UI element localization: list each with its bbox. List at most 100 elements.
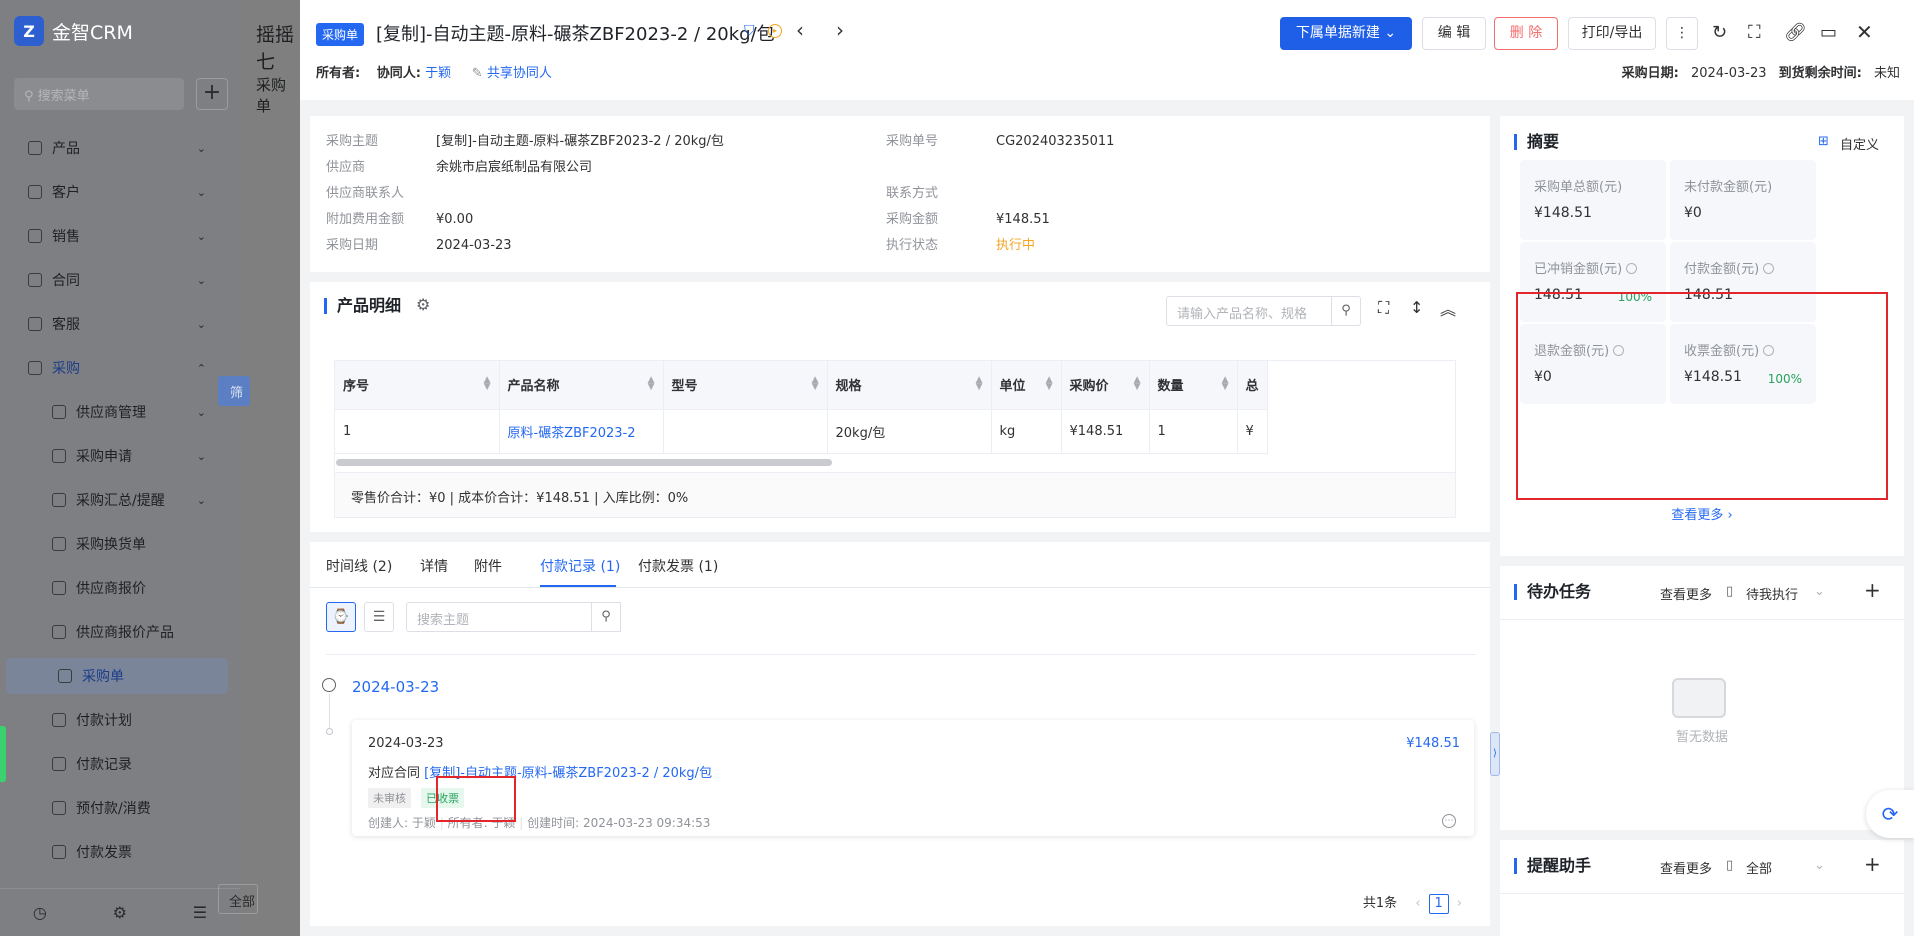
stat-2[interactable]: 未付款金额(元) ¥0 bbox=[1670, 160, 1816, 240]
sidebar-item-4[interactable]: 合同 ⌄ bbox=[0, 262, 228, 298]
column-header-6[interactable]: 采购价 ▲ ▼ bbox=[1061, 361, 1150, 410]
sidebar-item-16[interactable]: 预付款/消费 bbox=[0, 790, 228, 826]
sort-icon[interactable]: ▲ ▼ bbox=[648, 376, 655, 392]
sort-icon[interactable]: ▲ ▼ bbox=[1222, 376, 1229, 392]
record-search-input[interactable]: 搜索主题 bbox=[406, 602, 592, 632]
collab-value[interactable]: 于颖 bbox=[425, 66, 451, 81]
add-menu-button[interactable]: + bbox=[196, 78, 228, 110]
customize-link[interactable]: 自定义 bbox=[1840, 134, 1879, 153]
product-search-button[interactable]: ⚲ bbox=[1331, 296, 1361, 326]
background-filter-button[interactable]: 筛 bbox=[218, 376, 250, 406]
table-horizontal-scrollbar[interactable] bbox=[336, 459, 832, 466]
tab-payment-records[interactable]: 付款记录 (1) bbox=[540, 556, 620, 576]
settings-icon[interactable]: ⚙ bbox=[113, 903, 127, 922]
collapse-section-icon[interactable]: ︽ bbox=[1440, 296, 1456, 320]
record-search-button[interactable]: ⚲ bbox=[591, 602, 621, 632]
current-page[interactable]: 1 bbox=[1428, 894, 1449, 914]
history-icon[interactable]: ◷ bbox=[33, 903, 47, 922]
comment-icon[interactable]: ⋯ bbox=[1442, 814, 1456, 828]
tasks-more-link[interactable]: 查看更多 bbox=[1660, 584, 1712, 603]
sidebar-item-8[interactable]: 采购申请 ⌄ bbox=[0, 438, 228, 474]
next-record-icon[interactable]: › bbox=[836, 18, 844, 42]
sidebar-item-14[interactable]: 付款计划 bbox=[0, 702, 228, 738]
resize-vertical-icon[interactable]: ↕ bbox=[1410, 298, 1423, 317]
side-collapse-handle[interactable]: ⟩ bbox=[1490, 732, 1500, 776]
tab-payment-invoices[interactable]: 付款发票 (1) bbox=[638, 556, 718, 576]
timeline-view-button[interactable]: ⌚ bbox=[326, 602, 356, 632]
reminder-book-icon[interactable]: ▯ bbox=[1726, 858, 1733, 873]
grid-icon[interactable]: ⊞ bbox=[1818, 134, 1829, 149]
sort-icon[interactable]: ▲ ▼ bbox=[484, 376, 491, 392]
sidebar-item-11[interactable]: 供应商报价 bbox=[0, 570, 228, 606]
refresh-icon[interactable]: ↻ bbox=[1712, 22, 1727, 43]
product-search-input[interactable]: 请输入产品名称、规格 bbox=[1166, 296, 1332, 326]
column-header-7[interactable]: 数量 ▲ ▼ bbox=[1149, 361, 1238, 410]
info-label: 采购日期 bbox=[326, 238, 379, 253]
list-view-button[interactable]: ☰ bbox=[364, 602, 394, 632]
column-header-5[interactable]: 单位 ▲ ▼ bbox=[991, 361, 1062, 410]
prev-record-icon[interactable]: ‹ bbox=[796, 18, 804, 42]
add-task-icon[interactable]: + bbox=[1864, 578, 1881, 602]
follow-icon[interactable]: ▸ bbox=[768, 24, 782, 38]
sort-icon[interactable]: ▲ ▼ bbox=[1134, 376, 1141, 392]
next-page-icon[interactable]: › bbox=[1457, 896, 1462, 911]
book-icon[interactable]: ▯ bbox=[1726, 584, 1733, 599]
delete-button[interactable]: 删 除 bbox=[1494, 17, 1558, 50]
sidebar-item-3[interactable]: 销售 ⌄ bbox=[0, 218, 228, 254]
column-header-8[interactable]: 总 bbox=[1237, 361, 1268, 410]
more-actions-button[interactable]: ⋮ bbox=[1666, 17, 1698, 50]
edit-button[interactable]: 编 辑 bbox=[1422, 17, 1486, 50]
collapse-menu-icon[interactable]: ☰ bbox=[193, 903, 207, 922]
expand-icon[interactable]: ⛶ bbox=[1378, 298, 1389, 318]
sidebar-item-5[interactable]: 客服 ⌄ bbox=[0, 306, 228, 342]
column-header-1[interactable]: 序号 ▲ ▼ bbox=[335, 361, 500, 410]
fullscreen-icon[interactable]: ⛶ bbox=[1748, 22, 1761, 43]
payment-record-item[interactable]: 2024-03-23 ¥148.51 对应合同 [复制]-自动主题-原料-碾茶Z… bbox=[352, 720, 1474, 836]
sidebar-item-12[interactable]: 供应商报价产品 bbox=[0, 614, 228, 650]
stat-1[interactable]: 采购单总额(元) ¥148.51 bbox=[1520, 160, 1666, 240]
tab-timeline[interactable]: 时间线 (2) bbox=[326, 556, 392, 576]
sort-icon[interactable]: ▲ ▼ bbox=[1046, 376, 1053, 392]
subordinate-new-button[interactable]: 下属单据新建 ⌄ bbox=[1280, 17, 1412, 50]
close-icon[interactable]: ✕ bbox=[1856, 20, 1873, 44]
reminder-filter-select[interactable]: 全部 bbox=[1746, 858, 1772, 877]
sort-icon[interactable]: ▲ ▼ bbox=[976, 376, 983, 392]
tasks-filter-select[interactable]: 待我执行 bbox=[1746, 584, 1798, 603]
sidebar-item-2[interactable]: 客户 ⌄ bbox=[0, 174, 228, 210]
basket-icon[interactable]: ⛉ bbox=[744, 23, 755, 39]
record-tabs: 时间线 (2) 详情 附件 付款记录 (1) 付款发票 (1) bbox=[310, 542, 1490, 588]
column-header-2[interactable]: 产品名称 ▲ ▼ bbox=[499, 361, 664, 410]
gear-icon[interactable]: ⚙ bbox=[416, 295, 430, 314]
sidebar-item-1[interactable]: 产品 ⌄ bbox=[0, 130, 228, 166]
reminder-chevron-down-icon[interactable]: ⌄ bbox=[1814, 858, 1825, 873]
tab-details[interactable]: 详情 bbox=[420, 556, 448, 576]
summary-more-link[interactable]: 查看更多 › bbox=[1500, 504, 1904, 523]
sort-icon[interactable]: ▲ ▼ bbox=[812, 376, 819, 392]
background-all-select[interactable]: 全部 bbox=[218, 884, 258, 914]
dock-icon[interactable]: ▭ bbox=[1820, 22, 1837, 43]
column-header-3[interactable]: 型号 ▲ ▼ bbox=[663, 361, 828, 410]
reminder-more-link[interactable]: 查看更多 bbox=[1660, 858, 1712, 877]
info-value: CG202403235011 bbox=[996, 134, 1115, 149]
share-collab-link[interactable]: 共享协同人 bbox=[487, 66, 552, 81]
sidebar-item-7[interactable]: 供应商管理 ⌄ bbox=[0, 394, 228, 430]
column-header-4[interactable]: 规格 ▲ ▼ bbox=[827, 361, 992, 410]
link-icon[interactable]: 🔗︎ bbox=[1784, 22, 1807, 43]
add-reminder-icon[interactable]: + bbox=[1864, 852, 1881, 876]
sidebar-item-9[interactable]: 采购汇总/提醒 ⌄ bbox=[0, 482, 228, 518]
sidebar-item-17[interactable]: 付款发票 bbox=[0, 834, 228, 870]
info-value[interactable]: 余姚市启宸纸制品有限公司 bbox=[436, 160, 592, 175]
menu-search-input[interactable]: ⚲ 搜索菜单 bbox=[14, 78, 184, 110]
sidebar-item-6[interactable]: 采购 ⌃ bbox=[0, 350, 228, 386]
chevron-down-icon[interactable]: ⌄ bbox=[1814, 584, 1825, 599]
print-export-button[interactable]: 打印/导出 bbox=[1568, 17, 1656, 50]
info-value: ¥0.00 bbox=[436, 212, 474, 227]
prev-page-icon[interactable]: ‹ bbox=[1415, 896, 1420, 911]
tab-attachments[interactable]: 附件 bbox=[474, 556, 502, 576]
brand-logo[interactable]: Z 金智CRM bbox=[14, 16, 133, 46]
sidebar-item-13[interactable]: 采购单 bbox=[6, 658, 228, 694]
table-cell[interactable]: 原料-碾茶ZBF2023-2 bbox=[499, 409, 664, 454]
sidebar-item-10[interactable]: 采购换货单 bbox=[0, 526, 228, 562]
assistant-float-icon[interactable]: ⟳ bbox=[1866, 790, 1914, 838]
sidebar-item-15[interactable]: 付款记录 bbox=[0, 746, 228, 782]
